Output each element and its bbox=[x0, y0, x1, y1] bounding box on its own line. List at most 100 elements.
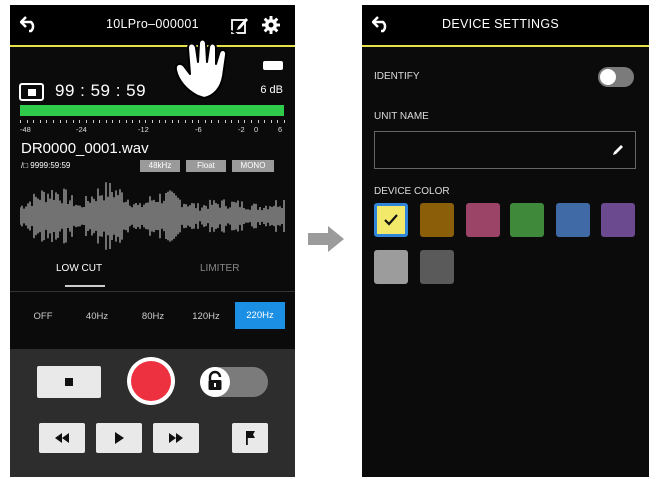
meter-tick bbox=[211, 120, 213, 123]
rewind-button[interactable] bbox=[39, 423, 85, 453]
pencil-icon[interactable] bbox=[611, 143, 625, 157]
record-button[interactable] bbox=[127, 357, 175, 405]
back-arrow-icon[interactable] bbox=[20, 15, 40, 33]
device-settings-screen: DEVICE SETTINGS IDENTIFY UNIT NAME DEVIC… bbox=[362, 5, 649, 477]
meter-tick bbox=[257, 120, 259, 123]
meter-scale-label: -2 bbox=[238, 125, 245, 134]
gear-icon[interactable] bbox=[261, 15, 281, 35]
meter-tick bbox=[237, 120, 239, 123]
low-cut-40hz[interactable]: 40Hz bbox=[80, 305, 114, 329]
identify-label: IDENTIFY bbox=[374, 71, 420, 82]
color-swatch-dark-gray[interactable] bbox=[420, 250, 454, 284]
meter-tick bbox=[26, 120, 28, 123]
bit-depth-badge: Float bbox=[186, 160, 226, 172]
meter-tick bbox=[138, 120, 140, 123]
stop-status-icon bbox=[19, 83, 44, 101]
meter-tick bbox=[165, 120, 167, 123]
meter-tick bbox=[284, 120, 285, 123]
page-title: DEVICE SETTINGS bbox=[442, 17, 560, 31]
meter-tick bbox=[218, 120, 219, 123]
meter-tick bbox=[132, 120, 134, 123]
unit-name-field[interactable] bbox=[374, 131, 636, 169]
hand-pointer-icon bbox=[174, 29, 239, 99]
meter-tick bbox=[231, 120, 233, 123]
meter-tick bbox=[264, 120, 266, 123]
divider bbox=[10, 291, 295, 292]
play-button[interactable] bbox=[96, 423, 142, 453]
color-swatch-brown[interactable] bbox=[420, 203, 454, 237]
meter-tick bbox=[158, 120, 160, 123]
mark-button[interactable] bbox=[232, 423, 268, 453]
channel-badge: MONO bbox=[232, 160, 274, 172]
settings-header: DEVICE SETTINGS bbox=[362, 5, 649, 47]
color-swatch-yellow[interactable] bbox=[374, 203, 408, 237]
meter-scale-label: -48 bbox=[20, 125, 31, 134]
remaining-time: /□ 9999:59:59 bbox=[21, 161, 71, 170]
right-arrow-icon bbox=[308, 226, 344, 252]
low-cut-off[interactable]: OFF bbox=[28, 305, 58, 329]
file-name: DR0000_0001.wav bbox=[21, 140, 149, 157]
meter-tick bbox=[171, 120, 173, 123]
meter-tick bbox=[198, 120, 200, 123]
battery-icon bbox=[263, 61, 283, 70]
meter-tick bbox=[33, 120, 35, 123]
padlock-icon bbox=[208, 370, 222, 390]
lock-knob bbox=[200, 367, 230, 397]
meter-tick bbox=[99, 120, 101, 123]
meter-scale-label: -12 bbox=[138, 125, 149, 134]
stop-button[interactable] bbox=[37, 366, 101, 398]
color-swatch-light-gray[interactable] bbox=[374, 250, 408, 284]
meter-tick bbox=[92, 120, 94, 123]
color-swatch-green[interactable] bbox=[510, 203, 544, 237]
meter-tick bbox=[66, 120, 68, 123]
meter-tick bbox=[244, 120, 246, 123]
meter-tick bbox=[46, 120, 48, 123]
toggle-knob bbox=[600, 69, 616, 85]
tab-low-cut[interactable]: LOW CUT bbox=[56, 263, 102, 274]
lock-toggle[interactable] bbox=[200, 367, 268, 397]
meter-tick bbox=[277, 120, 279, 123]
flag-icon bbox=[246, 431, 255, 445]
level-meter bbox=[20, 105, 284, 116]
stop-icon bbox=[65, 378, 73, 386]
meter-scale-label: 6 bbox=[278, 125, 283, 134]
tab-limiter[interactable]: LIMITER bbox=[200, 263, 239, 274]
meter-tick bbox=[185, 120, 186, 123]
color-swatch-blue[interactable] bbox=[556, 203, 590, 237]
meter-tick bbox=[251, 120, 252, 123]
file-icon: /□ bbox=[21, 161, 29, 170]
meter-tick bbox=[105, 120, 107, 123]
color-swatch-purple[interactable] bbox=[601, 203, 635, 237]
app-header: 10LPro–000001 bbox=[10, 5, 295, 47]
meter-tick bbox=[39, 120, 41, 123]
meter-tick bbox=[204, 120, 206, 123]
meter-tick bbox=[145, 120, 147, 123]
fast-forward-button[interactable] bbox=[153, 423, 199, 453]
record-icon bbox=[131, 361, 171, 401]
back-arrow-icon[interactable] bbox=[372, 15, 392, 33]
meter-tick bbox=[270, 120, 272, 123]
meter-tick bbox=[86, 120, 87, 123]
meter-tick bbox=[152, 120, 153, 123]
timecode-display: 99 : 59 : 59 bbox=[55, 81, 147, 100]
low-cut-80hz[interactable]: 80Hz bbox=[136, 305, 170, 329]
active-tab-indicator bbox=[65, 285, 105, 287]
device-color-label: DEVICE COLOR bbox=[374, 186, 450, 197]
meter-tick bbox=[191, 120, 193, 123]
rewind-icon bbox=[55, 433, 69, 443]
color-swatch-pink[interactable] bbox=[466, 203, 500, 237]
checkmark-icon bbox=[384, 214, 398, 226]
meter-scale-label: -6 bbox=[195, 125, 202, 134]
meter-scale-label: 0 bbox=[254, 125, 259, 134]
meter-tick bbox=[178, 120, 180, 123]
low-cut-220hz[interactable]: 220Hz bbox=[235, 302, 285, 329]
identify-toggle[interactable] bbox=[598, 67, 634, 87]
meter-tick bbox=[53, 120, 54, 123]
meter-tick bbox=[79, 120, 81, 123]
fast-forward-icon bbox=[169, 433, 183, 443]
meter-tick bbox=[72, 120, 74, 123]
low-cut-120hz[interactable]: 120Hz bbox=[186, 305, 226, 329]
meter-tick bbox=[20, 120, 21, 123]
sample-rate-badge: 48kHz bbox=[140, 160, 180, 172]
meter-tick bbox=[224, 120, 226, 123]
